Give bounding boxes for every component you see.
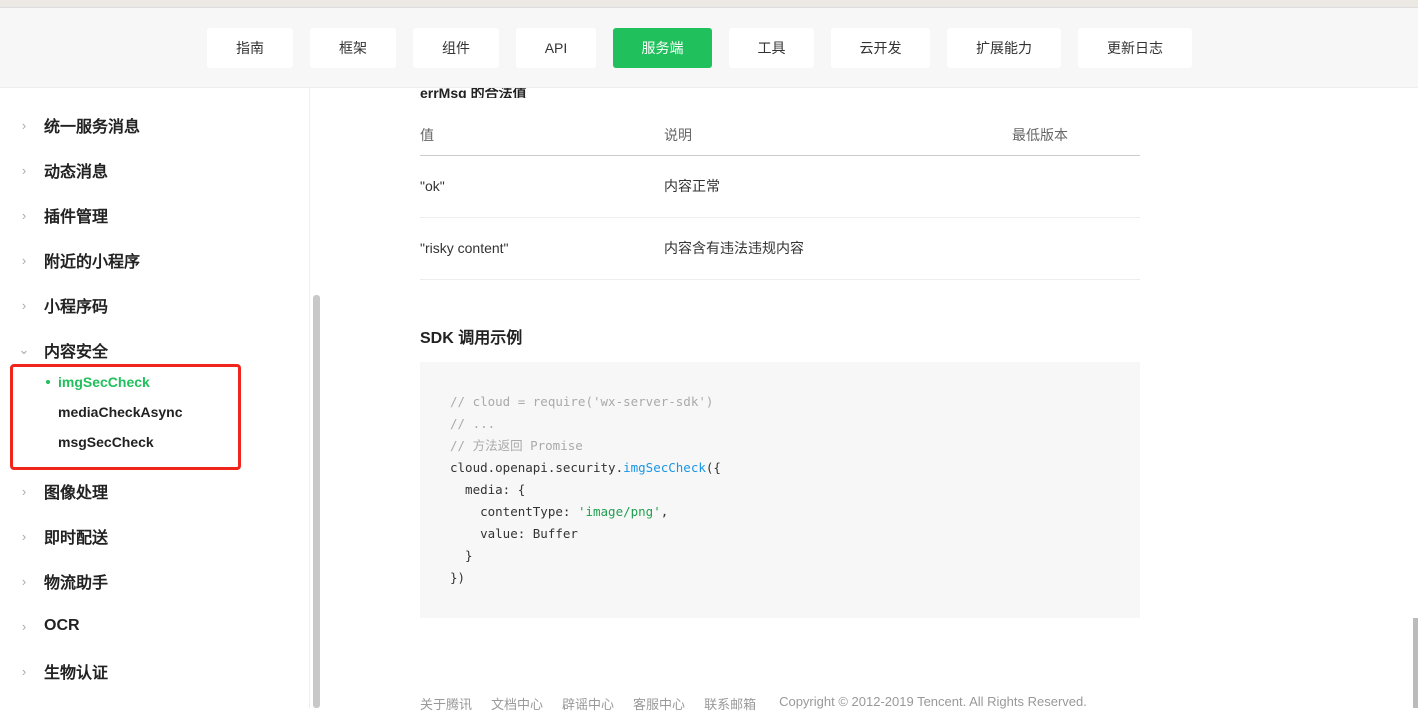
- code-line: value: Buffer: [450, 526, 578, 541]
- chevron-right-icon: ›: [21, 573, 27, 589]
- main-nav: 指南 框架 组件 API 服务端 工具 云开发 扩展能力 更新日志: [207, 28, 1192, 68]
- nav-guide[interactable]: 指南: [207, 28, 293, 68]
- sidebar-item[interactable]: › 附近的小程序: [0, 245, 140, 275]
- sidebar-item-label: 物流助手: [44, 575, 109, 592]
- sidebar-item[interactable]: › 插件管理: [0, 200, 108, 230]
- sidebar-item-label: 统一服务消息: [44, 119, 141, 136]
- sidebar-item-label: 图像处理: [44, 485, 109, 502]
- sidebar-scrollbar[interactable]: [313, 295, 320, 708]
- column-header: 说明: [664, 116, 1012, 156]
- footer-link[interactable]: 客服中心: [633, 694, 685, 713]
- sidebar-item-content-security[interactable]: ⌄ 内容安全: [0, 335, 108, 365]
- sidebar-item-label: 动态消息: [44, 164, 109, 181]
- sidebar-item-label: 生物认证: [44, 665, 109, 682]
- nav-cloud[interactable]: 云开发: [831, 28, 930, 68]
- code-line: }): [450, 570, 466, 585]
- sidebar-item-label: 小程序码: [44, 299, 109, 316]
- code-line: }: [450, 548, 473, 563]
- sidebar-item-label: 插件管理: [44, 209, 109, 226]
- nav-framework[interactable]: 框架: [310, 28, 396, 68]
- sidebar-item[interactable]: › 图像处理: [0, 476, 108, 506]
- chevron-right-icon: ›: [21, 618, 27, 634]
- code-token: cloud.openapi.security.: [450, 460, 624, 475]
- cell: [1012, 155, 1140, 218]
- code-block: // cloud = require('wx-server-sdk') // .…: [420, 362, 1140, 618]
- page-scrollbar[interactable]: [1413, 618, 1418, 708]
- highlight-box: [10, 364, 241, 470]
- chevron-right-icon: ›: [21, 162, 27, 178]
- errmsg-table: 值说明 最低版本 "ok" 内容正常 "risky content" 内容含有违法违规…: [420, 116, 1140, 280]
- copyright: Copyright © 2012-2019 Tencent. All Right…: [779, 694, 1087, 709]
- sidebar-item[interactable]: › OCR: [0, 611, 80, 641]
- footer-link[interactable]: 辟谣中心: [562, 694, 614, 713]
- sidebar-item[interactable]: › 物流助手: [0, 566, 108, 596]
- footer: 关于腾讯 文档中心 辟谣中心 客服中心 联系邮箱 Copyright © 201…: [420, 694, 1087, 713]
- code-line: media: {: [450, 482, 526, 497]
- code-token: ({: [705, 460, 721, 475]
- code-token: 'image/png': [577, 504, 661, 519]
- chevron-down-icon: ⌄: [18, 342, 30, 357]
- chevron-right-icon: ›: [21, 117, 27, 133]
- sidebar-item-label: 内容安全: [44, 344, 109, 361]
- chevron-right-icon: ›: [21, 483, 27, 499]
- code-line: // cloud = require('wx-server-sdk'): [450, 394, 714, 409]
- column-header: 最低版本: [1012, 116, 1140, 156]
- nav-changelog[interactable]: 更新日志: [1078, 28, 1192, 68]
- sidebar-item[interactable]: › 即时配送: [0, 521, 108, 551]
- footer-link[interactable]: 关于腾讯: [420, 694, 472, 713]
- nav-server[interactable]: 服务端: [613, 28, 712, 68]
- sidebar-item[interactable]: › 小程序码: [0, 290, 108, 320]
- chevron-right-icon: ›: [21, 663, 27, 679]
- code-token: ,: [660, 504, 669, 519]
- nav-tools[interactable]: 工具: [729, 28, 814, 68]
- code-line: // ...: [450, 416, 496, 431]
- table-row: "ok" 内容正常: [420, 155, 1140, 218]
- nav-extensions[interactable]: 扩展能力: [947, 28, 1061, 68]
- chevron-right-icon: ›: [21, 207, 27, 223]
- sidebar-item[interactable]: › 统一服务消息: [0, 110, 140, 140]
- cell: 内容含有违法违规内容: [664, 217, 1012, 280]
- nav-api[interactable]: API: [516, 28, 596, 68]
- sidebar-item-label: 即时配送: [44, 530, 109, 547]
- top-header: 指南 框架 组件 API 服务端 工具 云开发 扩展能力 更新日志: [0, 8, 1418, 88]
- footer-link[interactable]: 联系邮箱: [704, 694, 756, 713]
- nav-components[interactable]: 组件: [413, 28, 499, 68]
- browser-tab-strip: [0, 0, 1418, 8]
- code-token: contentType:: [450, 504, 578, 519]
- sdk-title: SDK 调用示例: [420, 330, 523, 347]
- sidebar-item-label: OCR: [44, 617, 80, 634]
- sidebar-item[interactable]: › 动态消息: [0, 155, 108, 185]
- chevron-right-icon: ›: [21, 252, 27, 268]
- footer-link[interactable]: 文档中心: [491, 694, 543, 713]
- sidebar-item[interactable]: › 生物认证: [0, 656, 108, 686]
- chevron-right-icon: ›: [21, 528, 27, 544]
- column-header: 值: [420, 116, 664, 156]
- code-line: // 方法返回 Promise: [450, 438, 583, 453]
- table-row: "risky content" 内容含有违法违规内容: [420, 217, 1140, 280]
- code-token: imgSecCheck: [623, 460, 706, 475]
- cell: 内容正常: [664, 155, 1012, 218]
- sidebar-item-label: 附近的小程序: [44, 254, 141, 271]
- cell: [1012, 217, 1140, 280]
- cell: "risky content": [420, 217, 664, 280]
- chevron-right-icon: ›: [21, 297, 27, 313]
- section-title: errMsg 的合法值: [420, 88, 527, 98]
- cell: "ok": [420, 155, 664, 218]
